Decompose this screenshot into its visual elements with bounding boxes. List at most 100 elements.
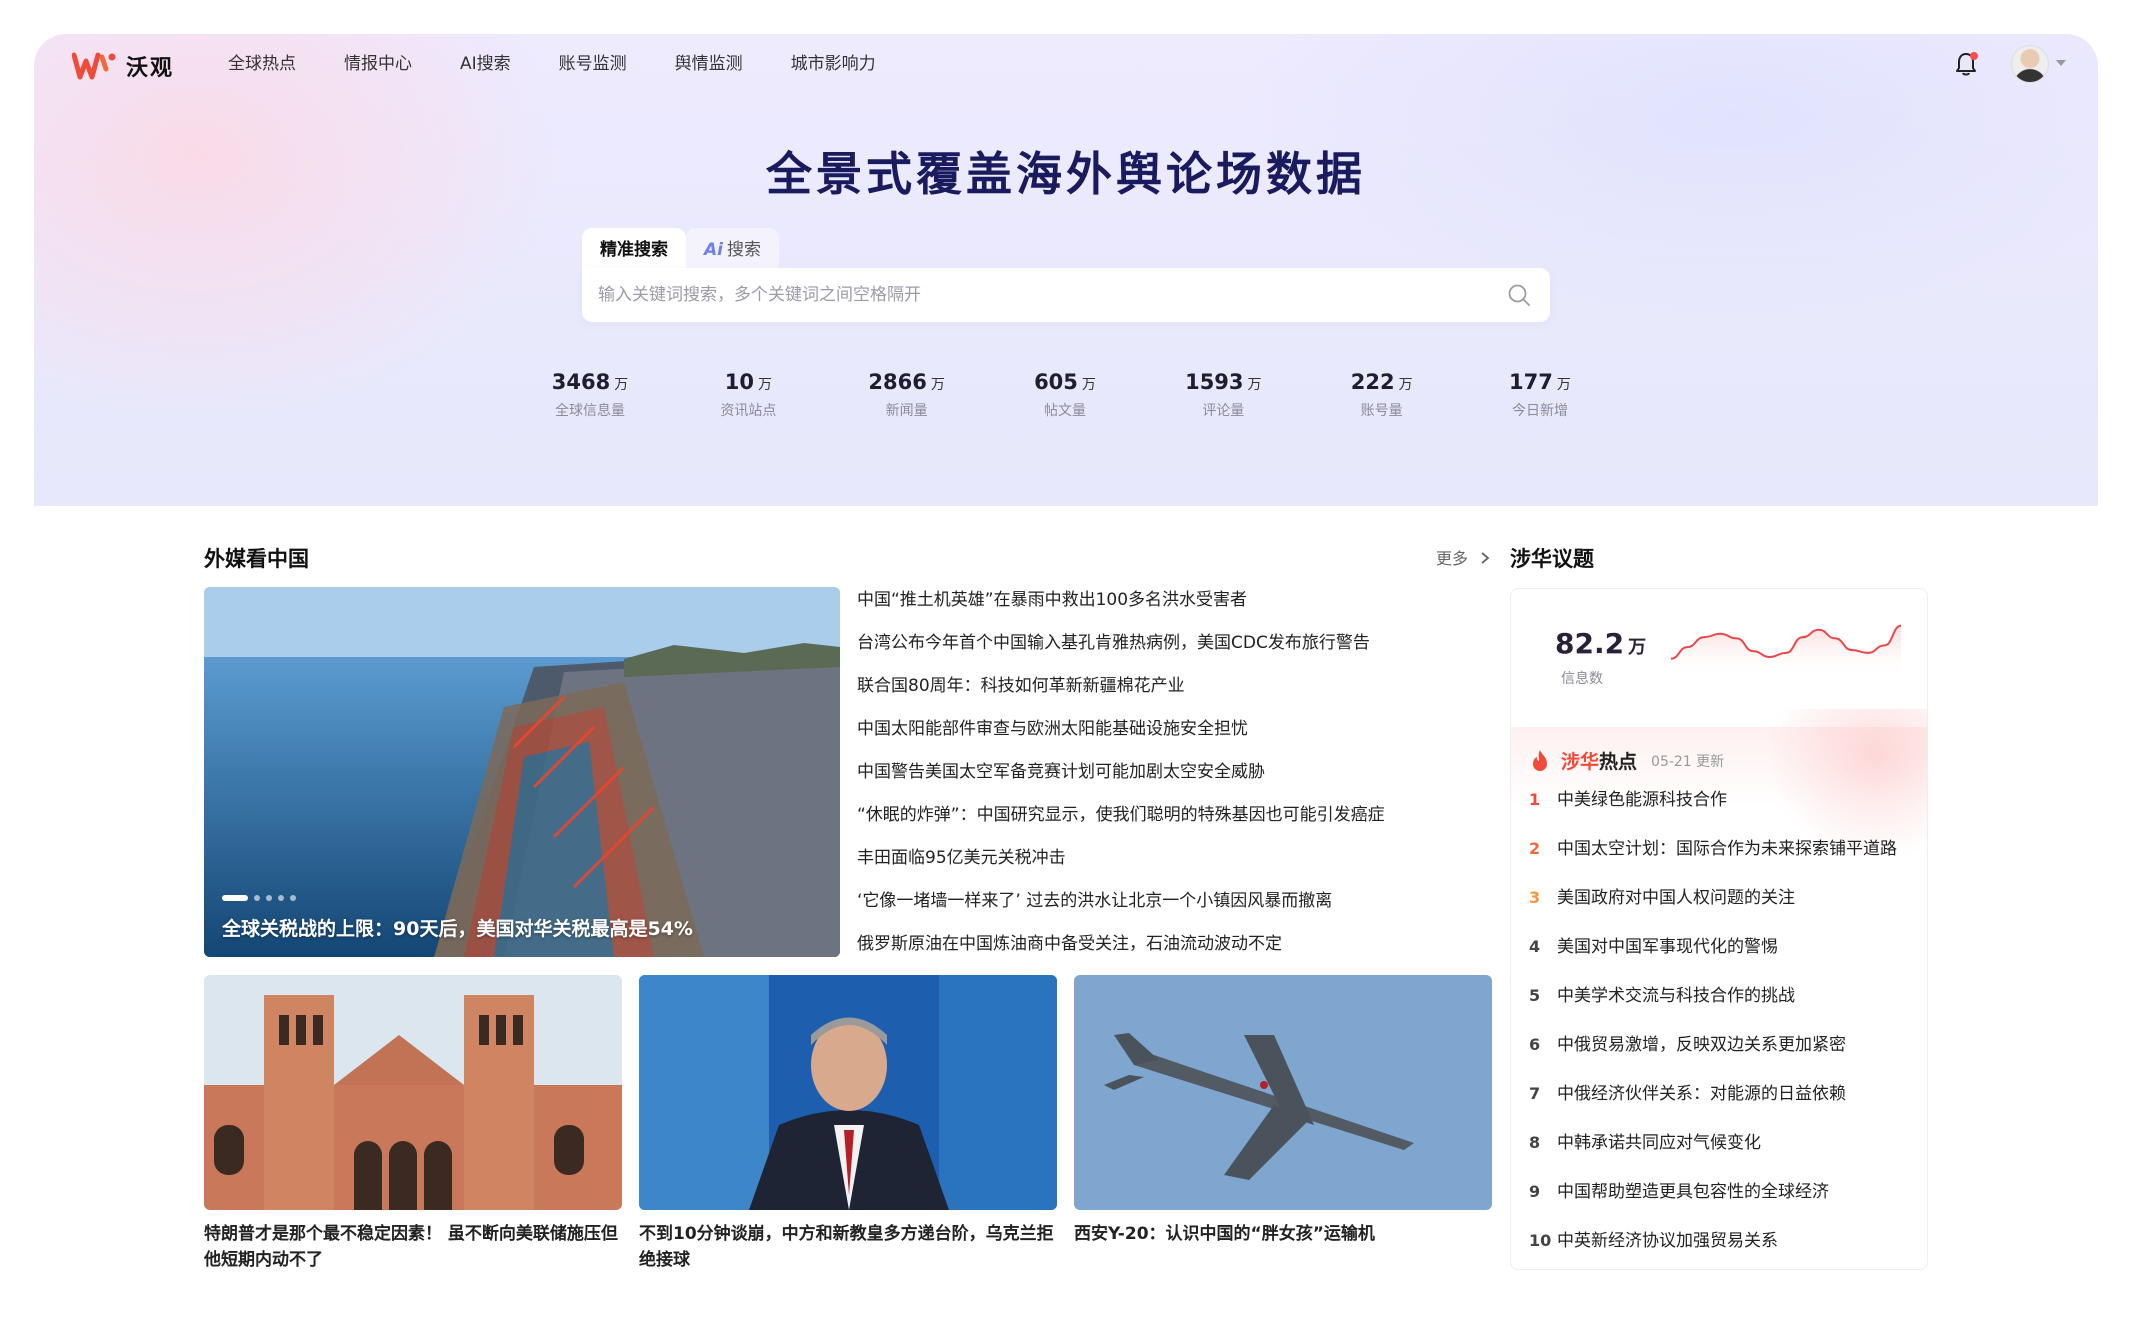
news-item[interactable]: 中国警告美国太空军备竞赛计划可能加剧太空安全威胁 — [857, 760, 1497, 803]
carousel-dot[interactable] — [290, 895, 296, 901]
search-input[interactable] — [598, 268, 1478, 322]
hot-topic-item[interactable]: 4 美国对中国军事现代化的警惕 — [1529, 936, 1919, 985]
stat-unit: 万 — [930, 377, 945, 393]
hot-topic-text: 中美绿色能源科技合作 — [1557, 790, 1727, 810]
stat-global-info: 3468 万 全球信息量 — [540, 370, 640, 420]
stat-label: 全球信息量 — [555, 403, 625, 419]
stat-value: 2866 — [868, 370, 927, 394]
news-item[interactable]: “休眠的炸弹”：中国研究显示，使我们聪明的特殊基因也可能引发癌症 — [857, 803, 1497, 846]
carousel-dot[interactable] — [278, 895, 284, 901]
metric-label: 信息数 — [1561, 671, 1603, 687]
stat-label: 新闻量 — [885, 403, 928, 419]
nav-item-account-monitor[interactable]: 账号监测 — [559, 52, 627, 76]
hot-topic-item[interactable]: 9 中国帮助塑造更具包容性的全球经济 — [1529, 1181, 1919, 1230]
news-item[interactable]: 中国太阳能部件审查与欧洲太阳能基础设施安全担忧 — [857, 717, 1497, 760]
stat-label: 资讯站点 — [720, 403, 777, 419]
featured-caption[interactable]: 全球关税战的上限：90天后，美国对华关税最高是54% — [222, 914, 693, 941]
section-title-foreign-media: 外媒看中国 — [204, 547, 309, 571]
carousel-dot[interactable] — [266, 895, 272, 901]
stat-news-sites: 10 万 资讯站点 — [698, 370, 798, 420]
news-card[interactable]: 特朗普才是那个最不稳定因素！ 虽不断向美联储施压但他短期内动不了 — [204, 975, 622, 1273]
hot-topic-item[interactable]: 5 中美学术交流与科技合作的挑战 — [1529, 985, 1919, 1034]
hot-topic-item[interactable]: 7 中俄经济伙伴关系：对能源的日益依赖 — [1529, 1083, 1919, 1132]
app-name: 沃观 — [126, 56, 175, 81]
hot-topic-list: 1 中美绿色能源科技合作 2 中国太空计划：国际合作为未来探索铺平道路 3 美国政府对… — [1529, 789, 1919, 1269]
hot-topic-text: 美国对中国军事现代化的警惕 — [1557, 937, 1778, 957]
hot-rank: 3 — [1529, 888, 1541, 907]
stat-value: 10 — [724, 370, 754, 394]
stat-today-new: 177 万 今日新增 — [1490, 370, 1590, 420]
stat-label: 今日新增 — [1511, 403, 1568, 419]
hot-rank: 9 — [1529, 1182, 1541, 1201]
tab-ai-search[interactable]: Ai 搜索 — [686, 228, 779, 270]
hot-topic-text: 中俄经济伙伴关系：对能源的日益依赖 — [1557, 1084, 1846, 1104]
nav-item-ai-search[interactable]: AI搜索 — [460, 52, 511, 76]
stat-label: 账号量 — [1360, 403, 1403, 419]
hot-topic-item[interactable]: 8 中韩承诺共同应对气候变化 — [1529, 1132, 1919, 1181]
stat-unit: 万 — [1398, 377, 1413, 393]
hot-topic-item[interactable]: 10 中英新经济协议加强贸易关系 — [1529, 1230, 1919, 1269]
card-title[interactable]: 西安Y-20：认识中国的“胖女孩”运输机 — [1074, 1221, 1492, 1247]
news-item[interactable]: 联合国80周年：科技如何革新新疆棉花产业 — [857, 674, 1497, 717]
news-item[interactable]: 台湾公布今年首个中国输入基孔肯雅热病例，美国CDC发布旅行警告 — [857, 631, 1497, 674]
card-image-university — [204, 975, 622, 1210]
card-image-commentator — [639, 975, 1057, 1210]
news-list: 中国“推土机英雄”在暴雨中救出100多名洪水受害者 台湾公布今年首个中国输入基孔… — [857, 588, 1497, 975]
news-item[interactable]: 丰田面临95亿美元关税冲击 — [857, 846, 1497, 889]
card-title[interactable]: 特朗普才是那个最不稳定因素！ 虽不断向美联储施压但他短期内动不了 — [204, 1221, 622, 1273]
section-title-china-topics: 涉华议题 — [1510, 547, 1594, 571]
hot-rank: 5 — [1529, 986, 1541, 1005]
news-card[interactable]: 西安Y-20：认识中国的“胖女孩”运输机 — [1074, 975, 1492, 1273]
news-item[interactable]: 俄罗斯原油在中国炼油商中备受关注，石油流动波动不定 — [857, 932, 1497, 975]
nav-item-opinion-monitor[interactable]: 舆情监测 — [675, 52, 743, 76]
hot-topic-text: 中俄贸易激增，反映双边关系更加紧密 — [1557, 1035, 1846, 1055]
more-link[interactable]: 更多 — [1436, 545, 1491, 569]
tab-precise-search-label: 精准搜索 — [600, 240, 668, 260]
hot-topic-item[interactable]: 2 中国太空计划：国际合作为未来探索铺平道路 — [1529, 838, 1919, 887]
info-count-metric: 82.2 万 信息数 — [1555, 627, 1646, 688]
hot-topic-item[interactable]: 1 中美绿色能源科技合作 — [1529, 789, 1919, 838]
hot-rank: 2 — [1529, 839, 1541, 858]
hero-title: 全景式覆盖海外舆论场数据 — [766, 147, 1366, 201]
logo[interactable]: 沃观 — [72, 50, 174, 82]
hot-topic-item[interactable]: 6 中俄贸易激增，反映双边关系更加紧密 — [1529, 1034, 1919, 1083]
top-nav: 全球热点 情报中心 AI搜索 账号监测 舆情监测 城市影响力 — [228, 52, 924, 76]
chevron-down-icon[interactable] — [2056, 60, 2066, 66]
stat-value: 605 — [1034, 370, 1078, 394]
stat-accounts: 222 万 账号量 — [1332, 370, 1432, 420]
stat-unit: 万 — [1081, 377, 1096, 393]
notification-bell-icon[interactable] — [1952, 50, 1980, 78]
hot-topic-text: 中国帮助塑造更具包容性的全球经济 — [1557, 1182, 1829, 1202]
carousel-dot[interactable] — [222, 895, 248, 901]
tab-precise-search[interactable]: 精准搜索 — [582, 228, 686, 270]
news-item[interactable]: 中国“推土机英雄”在暴雨中救出100多名洪水受害者 — [857, 588, 1497, 631]
info-trend-sparkline — [1670, 624, 1902, 679]
metric-value: 82.2 — [1555, 627, 1625, 660]
stat-posts: 605 万 帖文量 — [1015, 370, 1115, 420]
nav-item-intel-center[interactable]: 情报中心 — [344, 52, 412, 76]
logo-mark-icon — [72, 52, 116, 80]
stat-label: 帖文量 — [1043, 403, 1086, 419]
hot-topic-item[interactable]: 3 美国政府对中国人权问题的关注 — [1529, 887, 1919, 936]
stat-value: 177 — [1509, 370, 1553, 394]
hot-rank: 8 — [1529, 1133, 1541, 1152]
notification-dot — [1970, 52, 1978, 60]
nav-item-city-influence[interactable]: 城市影响力 — [791, 52, 876, 76]
carousel-dots — [222, 895, 296, 901]
search-icon[interactable] — [1506, 282, 1532, 308]
news-card[interactable]: 不到10分钟谈崩，中方和新教皇多方递台阶，乌克兰拒绝接球 — [639, 975, 1057, 1273]
hot-topic-text: 美国政府对中国人权问题的关注 — [1557, 888, 1795, 908]
card-title[interactable]: 不到10分钟谈崩，中方和新教皇多方递台阶，乌克兰拒绝接球 — [639, 1221, 1057, 1273]
more-label: 更多 — [1436, 549, 1469, 568]
fire-icon — [1533, 749, 1547, 771]
carousel-dot[interactable] — [254, 895, 260, 901]
nav-item-global-hotspots[interactable]: 全球热点 — [228, 52, 296, 76]
user-avatar[interactable] — [2011, 45, 2049, 83]
hot-rank: 6 — [1529, 1035, 1541, 1054]
stat-comments: 1593 万 评论量 — [1173, 370, 1273, 420]
stat-unit: 万 — [1247, 377, 1262, 393]
news-item[interactable]: ‘它像一堵墙一样来了’ 过去的洪水让北京一个小镇因风暴而撤离 — [857, 889, 1497, 932]
search-box — [582, 268, 1550, 322]
featured-news-carousel[interactable]: 全球关税战的上限：90天后，美国对华关税最高是54% — [204, 587, 840, 957]
stat-value: 222 — [1350, 370, 1395, 394]
